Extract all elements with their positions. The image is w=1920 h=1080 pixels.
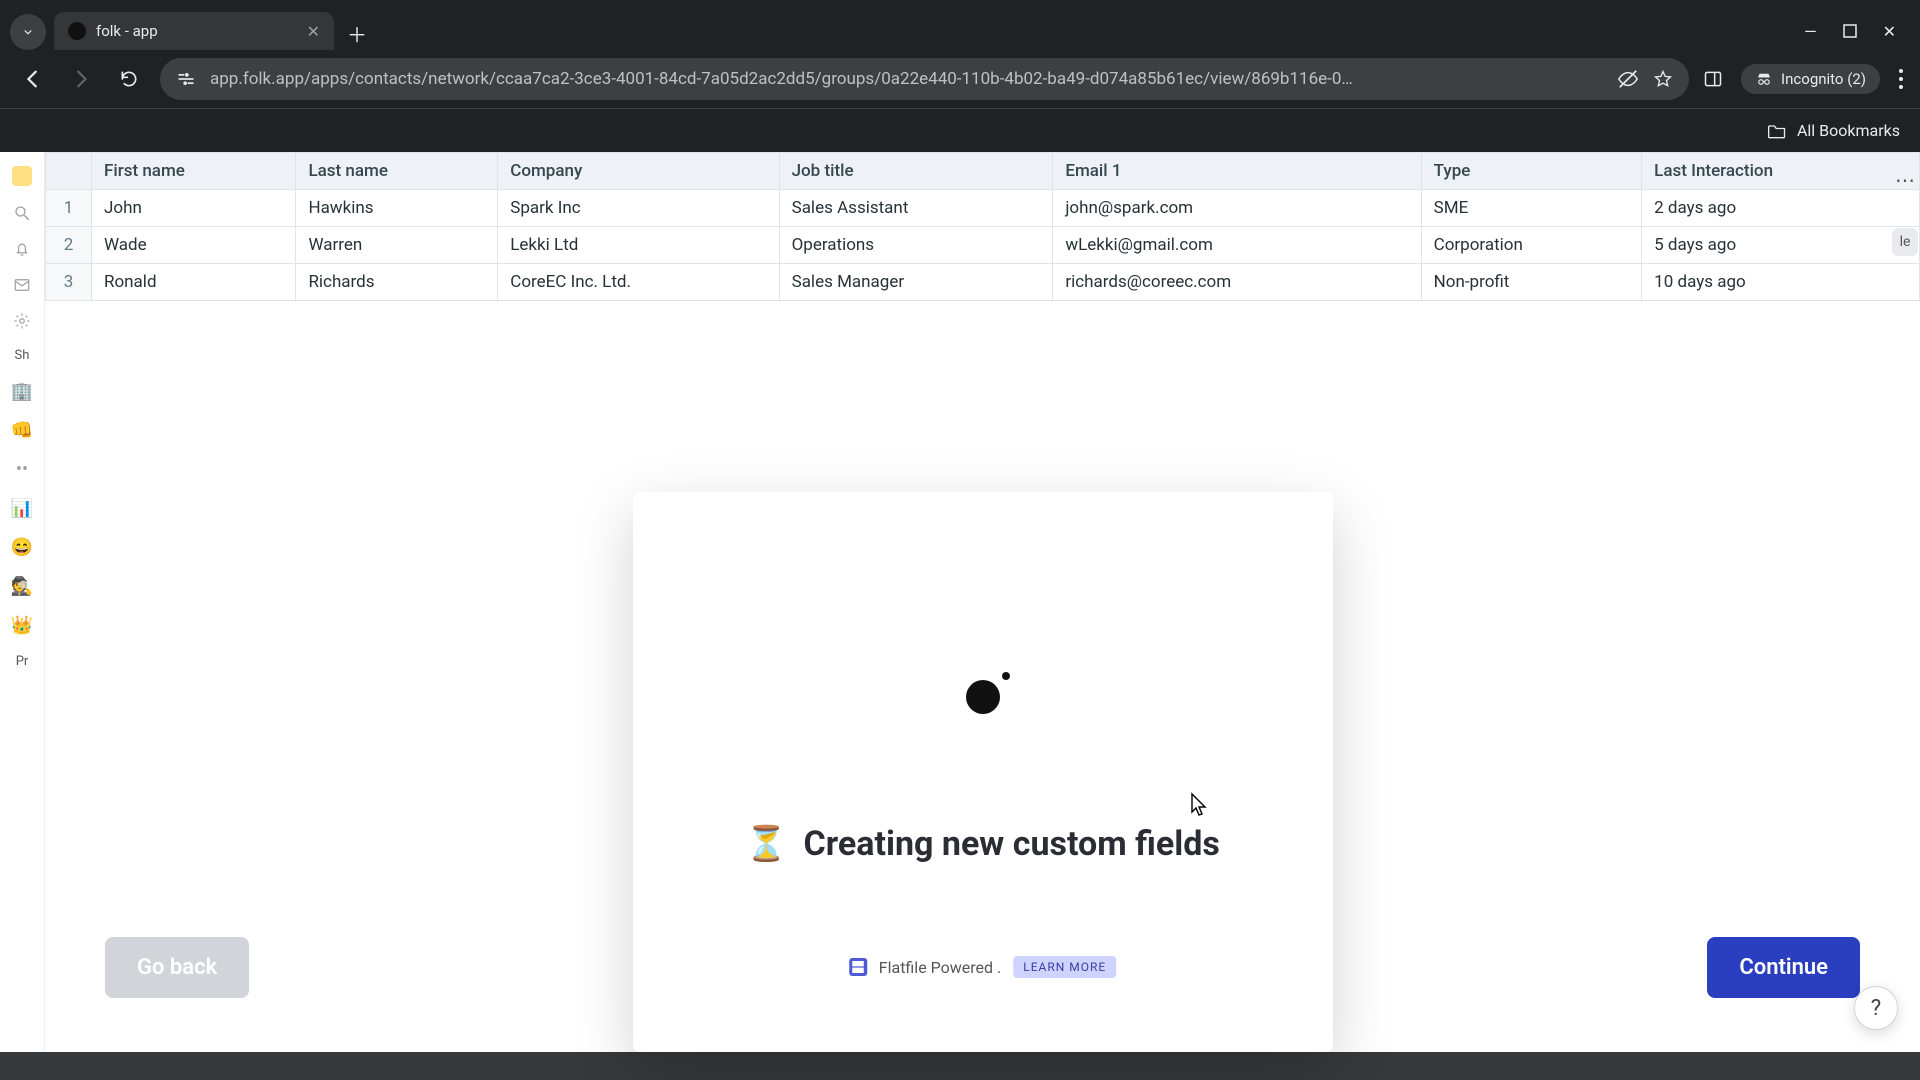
cell-first-name[interactable]: Wade: [92, 227, 296, 264]
row-number: 2: [46, 227, 92, 264]
help-button[interactable]: ?: [1854, 986, 1898, 1030]
sidebar-item-emoji-5[interactable]: 🕵️: [11, 576, 33, 597]
learn-more-link[interactable]: LEARN MORE: [1013, 956, 1116, 978]
url-text: app.folk.app/apps/contacts/network/ccaa7…: [210, 69, 1603, 89]
minimize-icon[interactable]: —: [1804, 22, 1817, 41]
cell-email[interactable]: wLekki@gmail.com: [1053, 227, 1421, 264]
close-icon[interactable]: ✕: [307, 22, 320, 41]
cell-last-interaction[interactable]: 2 days ago: [1642, 190, 1920, 227]
all-bookmarks-link[interactable]: All Bookmarks: [1797, 121, 1900, 140]
col-company[interactable]: Company: [498, 153, 779, 190]
modal-title: Creating new custom fields: [804, 824, 1220, 864]
continue-button[interactable]: Continue: [1707, 937, 1860, 998]
sidebar-item-emoji-2[interactable]: 👊: [11, 420, 33, 441]
col-email-1[interactable]: Email 1: [1053, 153, 1421, 190]
mail-icon[interactable]: [13, 276, 31, 294]
bottom-strip: [0, 1052, 1920, 1080]
back-button[interactable]: [16, 62, 50, 96]
window-controls: — ✕: [1804, 12, 1910, 50]
row-number: 3: [46, 264, 92, 301]
cell-type[interactable]: Corporation: [1421, 227, 1642, 264]
reload-button[interactable]: [112, 62, 146, 96]
cell-job-title[interactable]: Sales Assistant: [779, 190, 1053, 227]
table-header-row: First name Last name Company Job title E…: [46, 153, 1920, 190]
address-bar: app.folk.app/apps/contacts/network/ccaa7…: [0, 50, 1920, 108]
bell-icon[interactable]: [13, 240, 31, 258]
browser-tab[interactable]: folk - app ✕: [54, 12, 334, 50]
sidebar-section-shared: Sh: [15, 348, 30, 363]
side-panel-icon[interactable]: [1703, 69, 1723, 89]
table-row[interactable]: 2 Wade Warren Lekki Ltd Operations wLekk…: [46, 227, 1920, 264]
sidebar-item-emoji-4[interactable]: 😄: [11, 537, 33, 558]
forward-button[interactable]: [64, 62, 98, 96]
right-edge: ⋯ le: [1890, 152, 1920, 1052]
tab-favicon: [68, 22, 86, 40]
app-sidebar: Sh 🏢 👊 •• 📊 😄 🕵️ 👑 Pr: [0, 152, 45, 1052]
url-field[interactable]: app.folk.app/apps/contacts/network/ccaa7…: [160, 58, 1689, 100]
sidebar-item-emoji-6[interactable]: 👑: [11, 615, 33, 636]
chevron-down-icon: [21, 25, 35, 39]
tab-strip: folk - app ✕ ＋ — ✕: [0, 0, 1920, 50]
star-icon[interactable]: [1653, 69, 1673, 89]
gear-icon[interactable]: [13, 312, 31, 330]
cell-email[interactable]: john@spark.com: [1053, 190, 1421, 227]
row-number-header: [46, 153, 92, 190]
new-tab-button[interactable]: ＋: [340, 16, 374, 50]
col-last-interaction[interactable]: Last Interaction: [1642, 153, 1920, 190]
spinner-icon: [966, 680, 1000, 714]
cell-company[interactable]: Lekki Ltd: [498, 227, 779, 264]
more-icon[interactable]: ••: [16, 459, 28, 480]
search-icon[interactable]: [13, 204, 31, 222]
table-row[interactable]: 3 Ronald Richards CoreEC Inc. Ltd. Sales…: [46, 264, 1920, 301]
cell-job-title[interactable]: Sales Manager: [779, 264, 1053, 301]
maximize-icon[interactable]: [1843, 24, 1857, 38]
cell-last-name[interactable]: Warren: [296, 227, 498, 264]
site-settings-icon[interactable]: [176, 69, 196, 89]
incognito-label: Incognito (2): [1781, 70, 1866, 88]
bookmark-bar: All Bookmarks: [0, 108, 1920, 152]
eye-off-icon[interactable]: [1617, 68, 1639, 90]
bookmarks-folder-icon[interactable]: [1767, 122, 1787, 140]
close-window-icon[interactable]: ✕: [1883, 22, 1896, 41]
cell-email[interactable]: richards@coreec.com: [1053, 264, 1421, 301]
hourglass-icon: ⏳: [745, 824, 787, 864]
table-row[interactable]: 1 John Hawkins Spark Inc Sales Assistant…: [46, 190, 1920, 227]
footer-bar: Go back Flatfile Powered . LEARN MORE Co…: [45, 922, 1920, 1012]
col-last-name[interactable]: Last name: [296, 153, 498, 190]
cell-last-name[interactable]: Richards: [296, 264, 498, 301]
cell-first-name[interactable]: John: [92, 190, 296, 227]
tab-search-caret[interactable]: [10, 14, 46, 50]
go-back-button[interactable]: Go back: [105, 937, 249, 998]
flatfile-attribution: Flatfile Powered . LEARN MORE: [849, 956, 1116, 978]
cell-company[interactable]: Spark Inc: [498, 190, 779, 227]
sidebar-section-private: Pr: [16, 654, 29, 669]
incognito-indicator[interactable]: Incognito (2): [1741, 64, 1880, 94]
cell-last-interaction[interactable]: 10 days ago: [1642, 264, 1920, 301]
cell-last-name[interactable]: Hawkins: [296, 190, 498, 227]
incognito-icon: [1755, 70, 1773, 88]
row-number: 1: [46, 190, 92, 227]
flatfile-logo-icon: [849, 958, 867, 976]
col-type[interactable]: Type: [1421, 153, 1642, 190]
page-viewport: Sh 🏢 👊 •• 📊 😄 🕵️ 👑 Pr First name Last na…: [0, 152, 1920, 1052]
kebab-menu-icon[interactable]: [1898, 68, 1904, 90]
cell-first-name[interactable]: Ronald: [92, 264, 296, 301]
modal-title-row: ⏳ Creating new custom fields: [745, 824, 1220, 864]
sidebar-item-emoji-3[interactable]: 📊: [11, 498, 33, 519]
app-main: First name Last name Company Job title E…: [45, 152, 1920, 1052]
cell-type[interactable]: Non-profit: [1421, 264, 1642, 301]
right-edge-pill[interactable]: le: [1892, 228, 1919, 256]
cell-company[interactable]: CoreEC Inc. Ltd.: [498, 264, 779, 301]
cell-job-title[interactable]: Operations: [779, 227, 1053, 264]
workspace-icon[interactable]: [12, 166, 32, 186]
contacts-table: First name Last name Company Job title E…: [45, 152, 1920, 301]
col-job-title[interactable]: Job title: [779, 153, 1053, 190]
col-first-name[interactable]: First name: [92, 153, 296, 190]
cell-last-interaction[interactable]: 5 days ago: [1642, 227, 1920, 264]
more-actions-icon[interactable]: ⋯: [1895, 168, 1915, 192]
flatfile-label: Flatfile Powered .: [879, 958, 1001, 977]
sidebar-item-emoji-1[interactable]: 🏢: [11, 381, 33, 402]
cell-type[interactable]: SME: [1421, 190, 1642, 227]
tab-title: folk - app: [96, 22, 158, 40]
